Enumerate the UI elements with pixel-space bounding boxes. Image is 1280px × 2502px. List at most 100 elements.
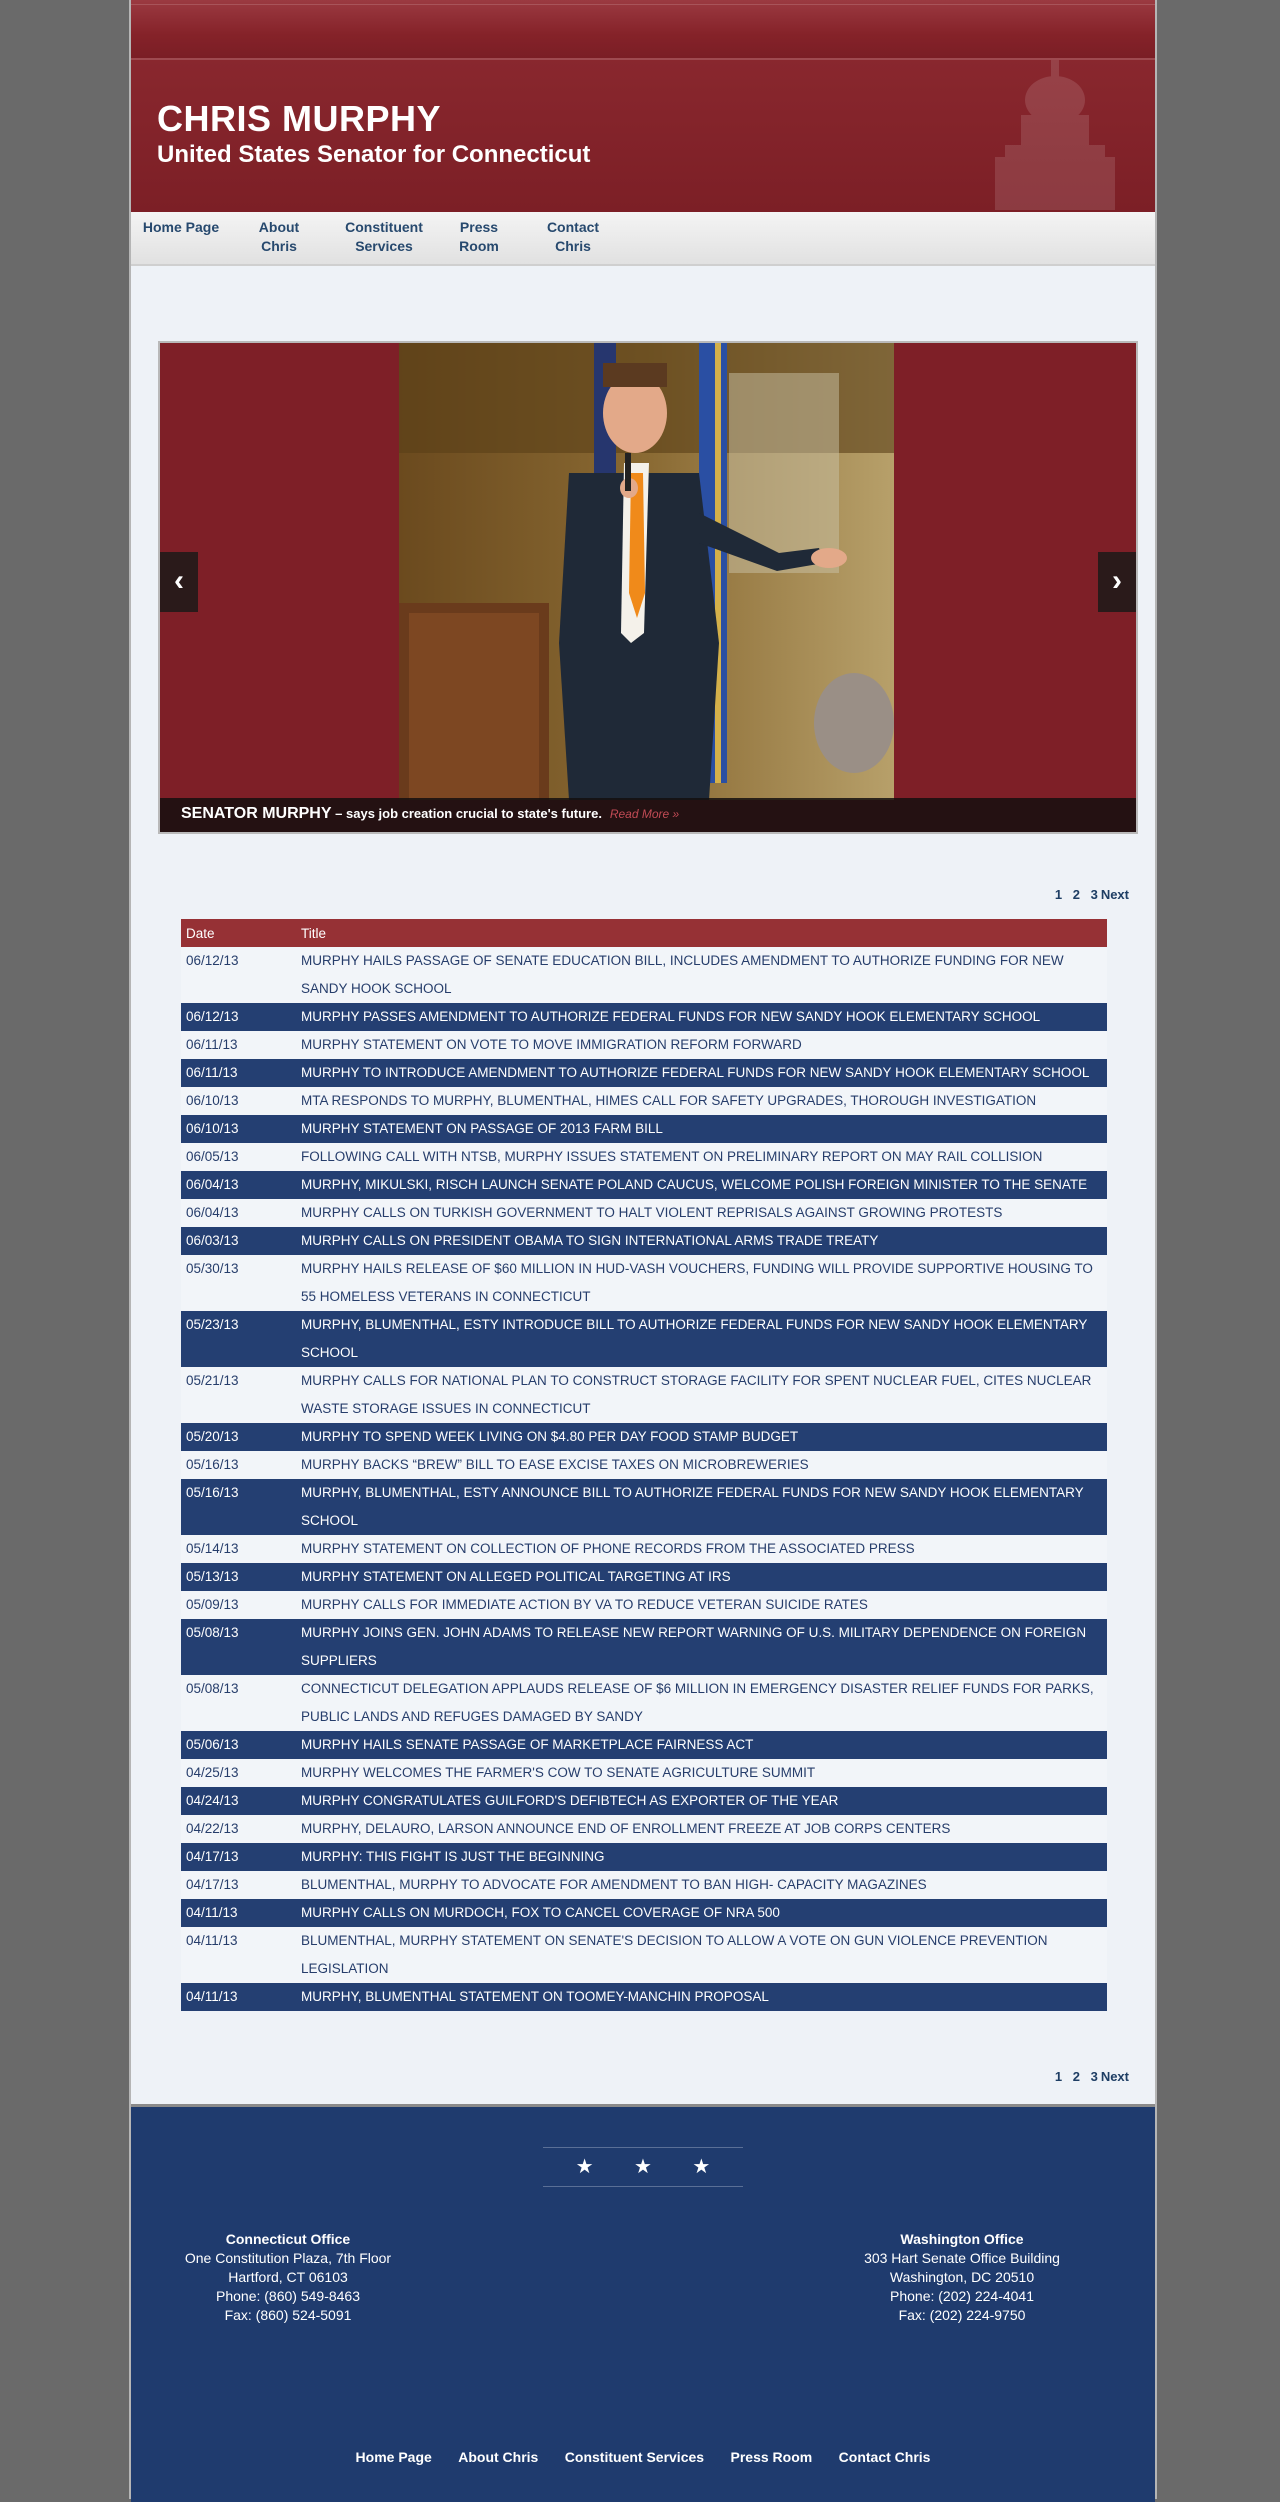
release-title-link[interactable]: BLUMENTHAL, MURPHY TO ADVOCATE FOR AMEND… [296,1871,1107,1899]
release-date: 04/24/13 [181,1787,296,1815]
office-address-line: Washington, DC 20510 [889,2269,1035,2285]
release-title-link[interactable]: MURPHY STATEMENT ON ALLEGED POLITICAL TA… [296,1563,1107,1591]
footer-link-about-chris[interactable]: About Chris [458,2449,538,2465]
release-title-link[interactable]: MURPHY TO INTRODUCE AMENDMENT TO AUTHORI… [296,1059,1107,1087]
release-title-link[interactable]: MURPHY HAILS PASSAGE OF SENATE EDUCATION… [296,947,1107,1003]
table-row: 04/11/13 MURPHY CALLS ON MURDOCH, FOX TO … [181,1899,1107,1927]
release-date: 05/20/13 [181,1423,296,1451]
release-date: 05/30/13 [181,1255,296,1311]
release-title-link[interactable]: MURPHY JOINS GEN. JOHN ADAMS TO RELEASE … [296,1619,1107,1675]
date-column-header: Date [181,919,296,947]
press-release-table: Date Title 06/12/13 MURPHY HAILS PASSAGE … [181,919,1107,2011]
table-row: 06/11/13 MURPHY TO INTRODUCE AMENDMENT TO… [181,1059,1107,1087]
release-title-link[interactable]: MURPHY CALLS FOR IMMEDIATE ACTION BY VA … [296,1591,1107,1619]
release-title-link[interactable]: MTA RESPONDS TO MURPHY, BLUMENTHAL, HIME… [296,1087,1107,1115]
release-date: 05/14/13 [181,1535,296,1563]
release-title-link[interactable]: MURPHY CALLS FOR NATIONAL PLAN TO CONSTR… [296,1367,1107,1423]
release-date: 05/21/13 [181,1367,296,1423]
site-title: CHRIS MURPHY [157,98,442,139]
site-header: CHRIS MURPHY United States Senator for C… [131,0,1155,212]
release-title-link[interactable]: MURPHY HAILS SENATE PASSAGE OF MARKETPLA… [296,1731,1107,1759]
release-title-link[interactable]: MURPHY, BLUMENTHAL, ESTY ANNOUNCE BILL T… [296,1479,1107,1535]
release-title-link[interactable]: MURPHY, DELAURO, LARSON ANNOUNCE END OF … [296,1815,1107,1843]
footer-link-press-room[interactable]: Press Room [731,2449,813,2465]
slider-next-button[interactable]: › [1098,552,1136,612]
table-row: 04/22/13 MURPHY, DELAURO, LARSON ANNOUNCE… [181,1815,1107,1843]
release-date: 04/17/13 [181,1843,296,1871]
nav-press-room[interactable]: Press Room [444,218,514,256]
table-row: 05/20/13 MURPHY TO SPEND WEEK LIVING ON $… [181,1423,1107,1451]
release-date: 05/09/13 [181,1591,296,1619]
page-link-1[interactable]: 1 [1055,2069,1062,2084]
read-more-link[interactable]: Read More » [610,807,679,821]
slide-caption: SENATOR MURPHY – says job creation cruci… [181,805,679,823]
release-title-link[interactable]: MURPHY TO SPEND WEEK LIVING ON $4.80 PER… [296,1423,1107,1451]
release-date: 04/25/13 [181,1759,296,1787]
table-row: 06/10/13 MURPHY STATEMENT ON PASSAGE OF 2… [181,1115,1107,1143]
release-date: 05/08/13 [181,1675,296,1731]
nav-constituent-services[interactable]: Constituent Services [339,218,429,256]
footer-link-home-page[interactable]: Home Page [356,2449,432,2465]
table-row: 05/23/13 MURPHY, BLUMENTHAL, ESTY INTRODU… [181,1311,1107,1367]
page-next-link[interactable]: Next [1101,887,1129,902]
caption-dash: – [331,806,346,821]
release-title-link[interactable]: MURPHY, MIKULSKI, RISCH LAUNCH SENATE PO… [296,1171,1107,1199]
release-title-link[interactable]: MURPHY PASSES AMENDMENT TO AUTHORIZE FED… [296,1003,1107,1031]
table-row: 04/11/13 MURPHY, BLUMENTHAL STATEMENT ON … [181,1983,1107,2011]
release-title-link[interactable]: BLUMENTHAL, MURPHY STATEMENT ON SENATE'S… [296,1927,1107,1983]
release-date: 06/04/13 [181,1199,296,1227]
release-title-link[interactable]: MURPHY: THIS FIGHT IS JUST THE BEGINNING [296,1843,1107,1871]
site-subtitle: United States Senator for Connecticut [157,141,591,168]
release-date: 06/11/13 [181,1031,296,1059]
office-phone: Phone: (202) 224-4041 [890,2288,1034,2304]
release-date: 04/22/13 [181,1815,296,1843]
release-title-link[interactable]: MURPHY CALLS ON PRESIDENT OBAMA TO SIGN … [296,1227,1107,1255]
table-row: 05/30/13 MURPHY HAILS RELEASE OF $60 MILL… [181,1255,1107,1311]
page-link-2[interactable]: 2 [1073,2069,1080,2084]
release-title-link[interactable]: MURPHY CALLS ON MURDOCH, FOX TO CANCEL C… [296,1899,1107,1927]
page-link-2[interactable]: 2 [1073,887,1080,902]
nav-contact-chris[interactable]: Contact Chris [533,218,613,256]
page-next-link[interactable]: Next [1101,2069,1129,2084]
nav-about-chris[interactable]: About Chris [239,218,319,256]
release-title-link[interactable]: MURPHY, BLUMENTHAL STATEMENT ON TOOMEY-M… [296,1983,1107,2011]
release-title-link[interactable]: MURPHY CONGRATULATES GUILFORD'S DEFIBTEC… [296,1787,1107,1815]
page-link-3[interactable]: 3 [1091,2069,1098,2084]
table-row: 05/16/13 MURPHY BACKS “BREW” BILL TO EASE… [181,1451,1107,1479]
release-title-link[interactable]: MURPHY CALLS ON TURKISH GOVERNMENT TO HA… [296,1199,1107,1227]
table-row: 06/12/13 MURPHY HAILS PASSAGE OF SENATE E… [181,947,1107,1003]
release-title-link[interactable]: MURPHY WELCOMES THE FARMER'S COW TO SENA… [296,1759,1107,1787]
press-release-list: 06/12/13 MURPHY HAILS PASSAGE OF SENATE E… [181,947,1107,2011]
page-link-1[interactable]: 1 [1055,887,1062,902]
release-title-link[interactable]: MURPHY STATEMENT ON PASSAGE OF 2013 FARM… [296,1115,1107,1143]
nav-home-page[interactable]: Home Page [131,218,231,237]
release-title-link[interactable]: CONNECTICUT DELEGATION APPLAUDS RELEASE … [296,1675,1107,1731]
pagination-bottom: 1 2 3 Next [1048,2069,1129,2084]
release-title-link[interactable]: MURPHY, BLUMENTHAL, ESTY INTRODUCE BILL … [296,1311,1107,1367]
office-phone: Phone: (860) 549-8463 [216,2288,360,2304]
release-date: 05/13/13 [181,1563,296,1591]
table-row: 06/10/13 MTA RESPONDS TO MURPHY, BLUMENTH… [181,1087,1107,1115]
release-title-link[interactable]: MURPHY HAILS RELEASE OF $60 MILLION IN H… [296,1255,1107,1311]
release-date: 05/16/13 [181,1479,296,1535]
table-row: 05/09/13 MURPHY CALLS FOR IMMEDIATE ACTIO… [181,1591,1107,1619]
main-nav: Home Page About Chris Constituent Servic… [131,212,1155,266]
slider-prev-button[interactable]: ‹ [160,552,198,612]
featured-slider: ‹ › SENATOR MURPHY – says job creation c… [158,341,1138,834]
title-column-header: Title [296,919,1107,947]
release-title-link[interactable]: MURPHY STATEMENT ON VOTE TO MOVE IMMIGRA… [296,1031,1107,1059]
footer-link-constituent-services[interactable]: Constituent Services [565,2449,704,2465]
table-row: 05/08/13 MURPHY JOINS GEN. JOHN ADAMS TO … [181,1619,1107,1675]
release-date: 06/04/13 [181,1171,296,1199]
footer-link-contact-chris[interactable]: Contact Chris [839,2449,931,2465]
release-date: 06/10/13 [181,1087,296,1115]
table-row: 06/05/13 FOLLOWING CALL WITH NTSB, MURPHY… [181,1143,1107,1171]
pagination-top: 1 2 3 Next [1048,887,1129,902]
page-link-3[interactable]: 3 [1091,887,1098,902]
table-row: 05/08/13 CONNECTICUT DELEGATION APPLAUDS … [181,1675,1107,1731]
release-title-link[interactable]: FOLLOWING CALL WITH NTSB, MURPHY ISSUES … [296,1143,1107,1171]
release-date: 05/08/13 [181,1619,296,1675]
slide-photo[interactable] [399,343,894,800]
release-title-link[interactable]: MURPHY BACKS “BREW” BILL TO EASE EXCISE … [296,1451,1107,1479]
release-title-link[interactable]: MURPHY STATEMENT ON COLLECTION OF PHONE … [296,1535,1107,1563]
